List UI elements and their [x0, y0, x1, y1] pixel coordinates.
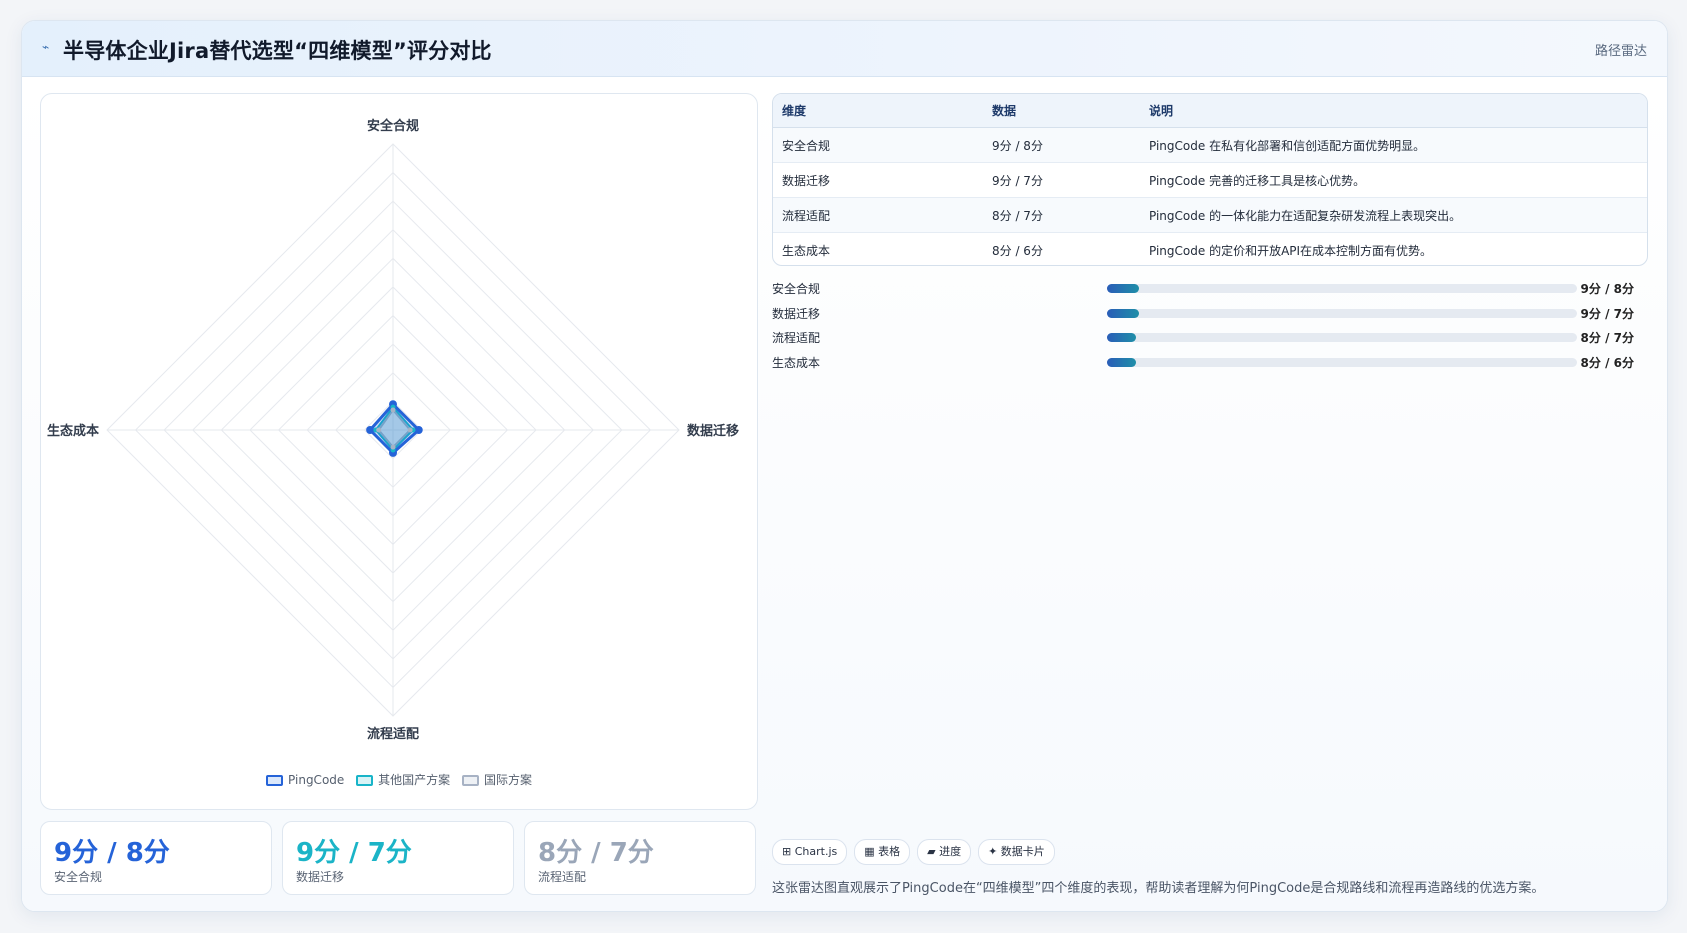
legend-item-domestic[interactable]: 其他国产方案: [356, 771, 450, 788]
table-cell: 数据迁移: [773, 162, 983, 198]
data-point: [390, 407, 396, 413]
table-cell: 8分 / 6分: [992, 243, 1043, 258]
stat-value: 9分 / 8分: [54, 838, 170, 868]
pulse-icon: ⌁: [42, 40, 50, 54]
table-header: 说明: [1140, 94, 1647, 128]
progress-fill: [1107, 284, 1140, 293]
progress-row: 生态成本 8分 / 6分: [772, 351, 1646, 376]
legend-item-international[interactable]: 国际方案: [461, 771, 532, 788]
table-cell: 生态成本: [782, 243, 831, 258]
legend-swatch: [356, 775, 374, 786]
chart-legend: PingCode 其他国产方案 国际方案: [41, 771, 757, 788]
stat-card: 9分 / 8分 安全合规: [40, 821, 272, 895]
progress-track: [1107, 308, 1577, 318]
stat-card: 9分 / 7分 数据迁移: [282, 821, 514, 895]
axis-label: 安全合规: [367, 118, 419, 134]
chip-chartjs[interactable]: ⊞ Chart.js: [772, 839, 848, 865]
legend-swatch: [266, 775, 284, 786]
table-header: 维度: [773, 94, 983, 128]
progress-row: 流程适配 8分 / 7分: [772, 326, 1646, 351]
main-card: ⌁ 半导体企业Jira替代选型“四维模型”评分对比 路径雷达 安全合规 数据迁移流…: [21, 20, 1668, 912]
progress-fill: [1107, 308, 1140, 318]
progress-value: 8分 / 7分: [1580, 331, 1634, 345]
radar-chart-panel: 安全合规数据迁移流程适配 生态成本 PingCode 其他国产方案 国际方案: [40, 93, 758, 810]
progress-label: 安全合规: [772, 282, 821, 296]
progress-fill: [1107, 357, 1136, 367]
radar-chart: 安全合规数据迁移流程适配 生态成本: [47, 118, 739, 742]
progress-value: 9分 / 8分: [1580, 282, 1634, 296]
table-cell: 安全合规: [773, 127, 983, 163]
progress-row: 安全合规 9分 / 8分: [772, 277, 1646, 302]
progress-list: 安全合规 9分 / 8分 数据迁移 9分 / 7分 流程适配 8分 / 7分 生…: [772, 277, 1646, 375]
table-row: 数据迁移 9分 / 7分 PingCode 完善的迁移工具是核心优势。: [773, 162, 1647, 198]
table-row: 生态成本 8分 / 6分 PingCode 的定价和开放API在成本控制方面有优…: [773, 233, 1647, 266]
stat-card: 8分 / 7分 流程适配: [524, 821, 756, 895]
progress-row: 数据迁移 9分 / 7分: [772, 302, 1646, 327]
chip-table[interactable]: ▦ 表格: [854, 839, 911, 865]
legend-label: PingCode: [288, 773, 345, 787]
progress-track: [1107, 357, 1577, 367]
chip-data-cards[interactable]: ✦ 数据卡片: [978, 839, 1055, 865]
legend-swatch: [461, 775, 479, 786]
table-cell: 9分 / 7分: [983, 162, 1140, 198]
table-cell: 流程适配: [773, 197, 983, 233]
header-tag: 路径雷达: [1594, 44, 1647, 59]
table-row: 流程适配 8分 / 7分 PingCode 的一体化能力在适配复杂研发流程上表现…: [773, 197, 1647, 233]
table-cell: PingCode 完善的迁移工具是核心优势。: [1140, 162, 1647, 198]
progress-value: 9分 / 7分: [1580, 306, 1634, 321]
data-table: 维度 数据 说明 安全合规 9分 / 8分 PingCode 在私有化部署和信创…: [772, 93, 1648, 266]
table-cell: 9分 / 8分: [983, 127, 1140, 163]
table-header-row: 维度 数据 说明: [773, 94, 1647, 128]
progress-track: [1107, 333, 1577, 342]
stat-value: 9分 / 7分: [296, 838, 412, 868]
table-cell: PingCode 的定价和开放API在成本控制方面有优势。: [1149, 243, 1433, 258]
feature-chips: ⊞ Chart.js ▦ 表格 ▰ 进度 ✦ 数据卡片: [772, 839, 1062, 865]
legend-label: 其他国产方案: [378, 773, 451, 787]
progress-value: 8分 / 6分: [1580, 355, 1634, 370]
table-cell: PingCode 在私有化部署和信创适配方面优势明显。: [1140, 127, 1647, 163]
table-cell: PingCode 的一体化能力在适配复杂研发流程上表现突出。: [1140, 197, 1647, 233]
axis-label: 数据迁移: [687, 423, 739, 439]
stat-label: 安全合规: [54, 870, 103, 884]
data-point: [376, 427, 382, 433]
legend-item-pingcode[interactable]: PingCode: [266, 773, 344, 787]
page-title: 半导体企业Jira替代选型“四维模型”评分对比: [63, 39, 492, 63]
data-point: [366, 426, 375, 434]
data-point: [390, 444, 396, 450]
progress-fill: [1107, 333, 1136, 342]
stat-label: 流程适配: [538, 870, 587, 884]
chart-description: 这张雷达图直观展示了PingCode在“四维模型”四个维度的表现，帮助读者理解为…: [772, 881, 1545, 896]
axis-label: 流程适配: [367, 726, 419, 742]
chip-progress[interactable]: ▰ 进度: [917, 839, 972, 865]
stat-value: 8分 / 7分: [538, 838, 654, 868]
progress-label: 生态成本: [772, 355, 821, 370]
progress-label: 数据迁移: [772, 306, 821, 321]
header-bar: ⌁ 半导体企业Jira替代选型“四维模型”评分对比 路径雷达: [22, 21, 1667, 77]
table-cell: 8分 / 7分: [983, 197, 1140, 233]
table-row: 安全合规 9分 / 8分 PingCode 在私有化部署和信创适配方面优势明显。: [773, 127, 1647, 163]
data-point: [407, 427, 413, 433]
progress-track: [1107, 284, 1577, 293]
progress-label: 流程适配: [772, 331, 821, 345]
table-header: 数据: [983, 94, 1140, 128]
legend-label: 国际方案: [483, 773, 532, 787]
axis-label: 生态成本: [47, 423, 99, 439]
data-point: [414, 426, 423, 434]
stat-label: 数据迁移: [296, 870, 345, 884]
